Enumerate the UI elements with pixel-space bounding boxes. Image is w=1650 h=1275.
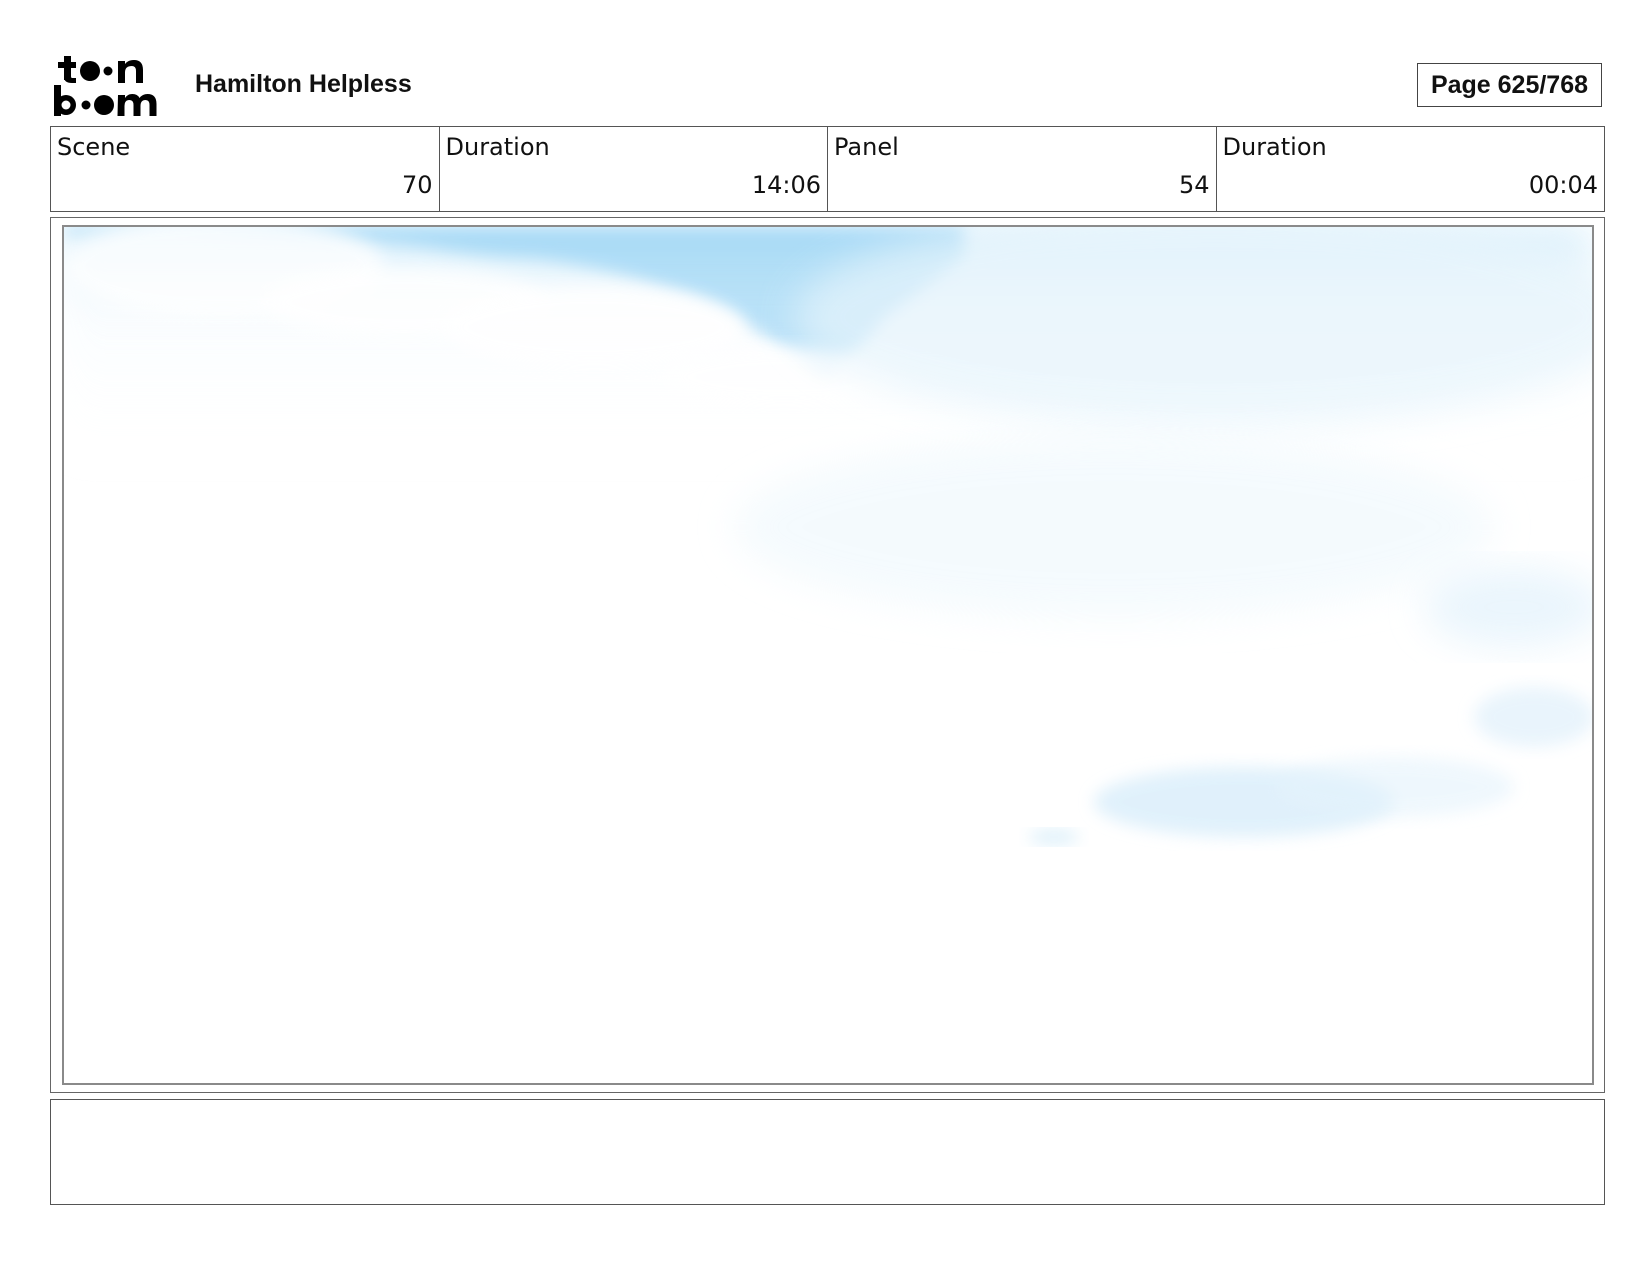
- panel-duration-cell: Duration 00:04: [1217, 127, 1605, 211]
- sky-clouds-drawing: [64, 227, 1592, 1083]
- scene-duration-label: Duration: [445, 133, 550, 161]
- scene-duration-value: 14:06: [751, 171, 821, 199]
- panel-number: 54: [1178, 171, 1210, 199]
- panel-duration-value: 00:04: [1528, 171, 1598, 199]
- scene-duration-cell: Duration 14:06: [440, 127, 828, 211]
- storyboard-panel-frame: [50, 217, 1605, 1093]
- scene-label: Scene: [57, 133, 131, 161]
- scene-number: 70: [401, 171, 433, 199]
- scene-cell: Scene 70: [51, 127, 440, 211]
- toon-boom-logo: [54, 53, 172, 117]
- caption-box: [50, 1099, 1605, 1205]
- storyboard-panel-image: [62, 225, 1594, 1085]
- panel-duration-label: Duration: [1222, 133, 1327, 161]
- page-indicator: Page 625/768: [1417, 63, 1602, 107]
- panel-cell: Panel 54: [828, 127, 1217, 211]
- panel-label: Panel: [834, 133, 899, 161]
- panel-info-table: Scene 70 Duration 14:06 Panel 54 Duratio…: [50, 126, 1605, 212]
- project-title: Hamilton Helpless: [195, 70, 412, 98]
